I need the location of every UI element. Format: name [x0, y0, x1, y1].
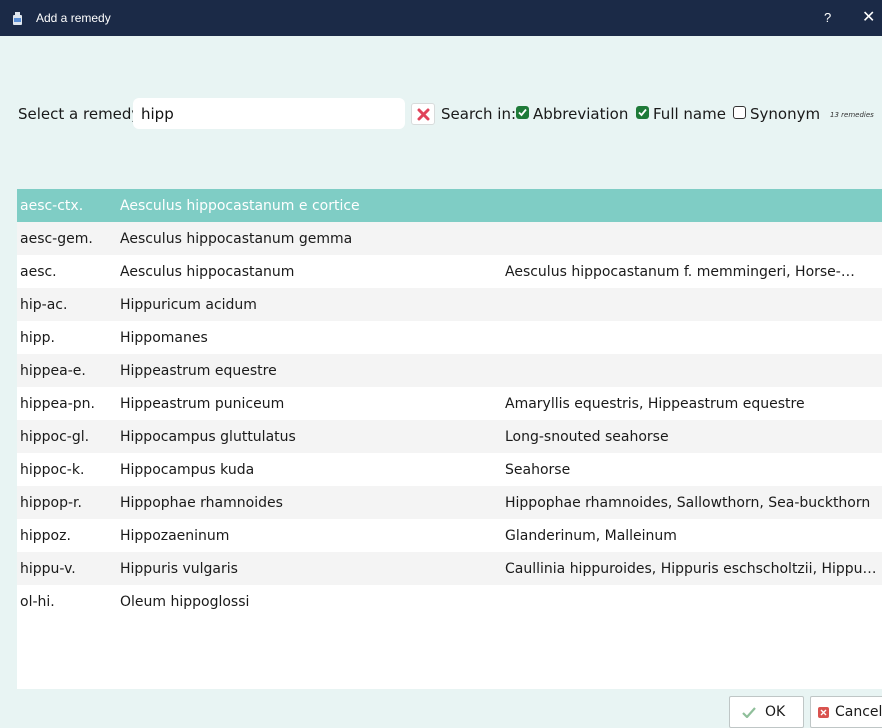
synonym-cell: Glanderinum, Malleinum	[505, 528, 677, 544]
window-title: Add a remedy	[36, 11, 111, 25]
bottle-icon	[13, 12, 22, 25]
synonym-cell: Long-snouted seahorse	[505, 429, 669, 445]
ok-button[interactable]: OK	[729, 696, 804, 728]
abbreviation-cell: ol-hi.	[20, 594, 55, 610]
synonym-checkbox[interactable]	[733, 106, 746, 119]
select-remedy-label: Select a remedy	[18, 105, 141, 123]
full-name-cell: Hippozaeninum	[120, 528, 230, 544]
abbreviation-cell: hippu-v.	[20, 561, 76, 577]
full-name-cell: Aesculus hippocastanum e cortice	[120, 198, 360, 214]
full-name-cell: Hippuris vulgaris	[120, 561, 238, 577]
table-row[interactable]: hipp. Hippomanes	[17, 321, 882, 354]
abbreviation-checkbox-label[interactable]: Abbreviation	[533, 105, 628, 123]
synonym-cell: Aesculus hippocastanum f. memmingeri, Ho…	[505, 264, 855, 280]
abbreviation-cell: hippoc-k.	[20, 462, 85, 478]
abbreviation-cell: hippoc-gl.	[20, 429, 90, 445]
cancel-label: Cancel	[835, 704, 882, 720]
table-row[interactable]: aesc-ctx. Aesculus hippocastanum e corti…	[17, 189, 882, 222]
cancel-icon	[818, 707, 829, 718]
table-row[interactable]: aesc. Aesculus hippocastanum Aesculus hi…	[17, 255, 882, 288]
remedy-results-table[interactable]: aesc-ctx. Aesculus hippocastanum e corti…	[17, 189, 882, 689]
check-icon	[638, 108, 647, 117]
full-name-cell: Hippuricum acidum	[120, 297, 257, 313]
abbreviation-cell: hippea-e.	[20, 363, 86, 379]
close-button[interactable]: ✕	[862, 7, 875, 27]
check-icon	[742, 707, 756, 718]
result-count: 13 remedies	[830, 111, 874, 119]
full-name-cell: Hippomanes	[120, 330, 208, 346]
full-name-cell: Oleum hippoglossi	[120, 594, 250, 610]
table-row[interactable]: ol-hi. Oleum hippoglossi	[17, 585, 882, 618]
table-row[interactable]: hippop-r. Hippophae rhamnoides Hippophae…	[17, 486, 882, 519]
full-name-checkbox-label[interactable]: Full name	[653, 105, 726, 123]
clear-search-button[interactable]	[411, 103, 435, 125]
full-name-cell: Aesculus hippocastanum	[120, 264, 295, 280]
full-name-cell: Hippeastrum equestre	[120, 363, 277, 379]
full-name-cell: Aesculus hippocastanum gemma	[120, 231, 353, 247]
remedy-search-input[interactable]	[133, 98, 405, 129]
search-in-label: Search in:	[441, 105, 517, 123]
abbreviation-cell: hippea-pn.	[20, 396, 95, 412]
abbreviation-cell: aesc-gem.	[20, 231, 93, 247]
full-name-cell: Hippocampus gluttulatus	[120, 429, 296, 445]
table-row[interactable]: hippoc-gl. Hippocampus gluttulatus Long-…	[17, 420, 882, 453]
full-name-cell: Hippocampus kuda	[120, 462, 255, 478]
abbreviation-checkbox[interactable]	[516, 106, 529, 119]
full-name-cell: Hippophae rhamnoides	[120, 495, 283, 511]
abbreviation-cell: aesc.	[20, 264, 57, 280]
table-row[interactable]: hippea-pn. Hippeastrum puniceum Amarylli…	[17, 387, 882, 420]
help-button[interactable]: ?	[824, 10, 831, 25]
table-row[interactable]: hippu-v. Hippuris vulgaris Caullinia hip…	[17, 552, 882, 585]
abbreviation-cell: hipp.	[20, 330, 55, 346]
clear-icon	[417, 108, 430, 121]
synonym-cell: Amaryllis equestris, Hippeastrum equestr…	[505, 396, 805, 412]
full-name-cell: Hippeastrum puniceum	[120, 396, 285, 412]
synonym-cell: Seahorse	[505, 462, 571, 478]
cancel-button[interactable]: Cancel	[810, 696, 882, 728]
ok-label: OK	[765, 704, 786, 720]
check-icon	[518, 108, 527, 117]
synonym-checkbox-label[interactable]: Synonym	[750, 105, 820, 123]
table-row[interactable]: aesc-gem. Aesculus hippocastanum gemma	[17, 222, 882, 255]
title-bar: Add a remedy ? ✕	[0, 0, 882, 36]
table-row[interactable]: hippoc-k. Hippocampus kuda Seahorse	[17, 453, 882, 486]
abbreviation-cell: aesc-ctx.	[20, 198, 84, 214]
synonym-cell: Hippophae rhamnoides, Sallowthorn, Sea-b…	[505, 495, 871, 511]
abbreviation-cell: hip-ac.	[20, 297, 68, 313]
table-row[interactable]: hippea-e. Hippeastrum equestre	[17, 354, 882, 387]
abbreviation-cell: hippoz.	[20, 528, 71, 544]
table-row[interactable]: hip-ac. Hippuricum acidum	[17, 288, 882, 321]
table-row[interactable]: hippoz. Hippozaeninum Glanderinum, Malle…	[17, 519, 882, 552]
synonym-cell: Caullinia hippuroides, Hippuris eschscho…	[505, 561, 877, 577]
abbreviation-cell: hippop-r.	[20, 495, 82, 511]
full-name-checkbox[interactable]	[636, 106, 649, 119]
